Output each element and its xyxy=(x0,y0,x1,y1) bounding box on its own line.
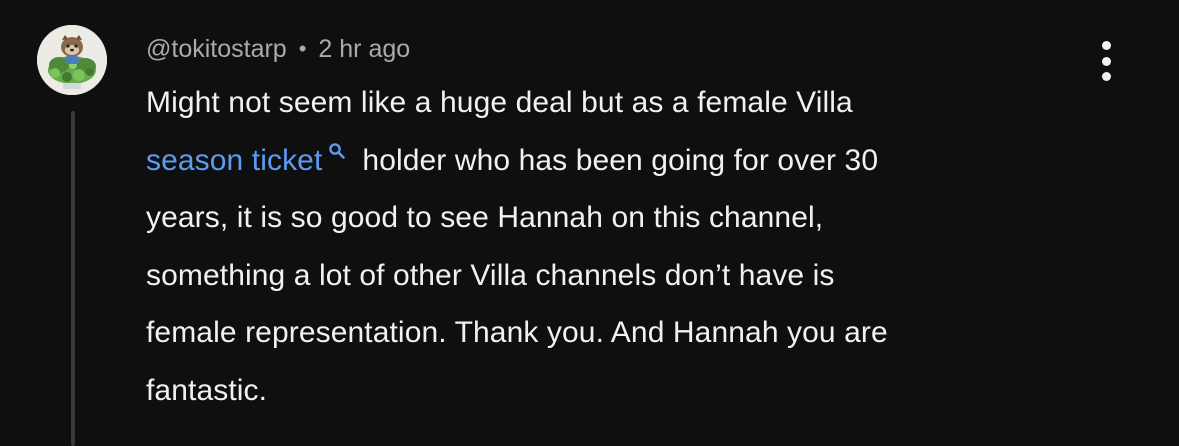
timestamp[interactable]: 2 hr ago xyxy=(318,35,410,64)
search-icon[interactable] xyxy=(328,142,346,160)
avatar[interactable] xyxy=(37,25,107,95)
comment-line: Might not seem like a huge deal but as a… xyxy=(146,86,853,119)
thread-line xyxy=(71,111,75,446)
comment-text: Might not seem like a huge deal but as a… xyxy=(146,74,1106,419)
comment-line: something a lot of other Villa channels … xyxy=(146,258,835,292)
comment-text-segment: holder who has been going for over 30 xyxy=(362,143,879,177)
search-link[interactable]: season ticket xyxy=(146,144,322,177)
comment-line: fantastic. xyxy=(146,373,268,407)
comment-line: season ticket holder who has been going f… xyxy=(146,132,1106,190)
comment-line: years, it is so good to see Hannah on th… xyxy=(146,201,824,234)
more-vertical-icon-dot xyxy=(1101,56,1111,66)
separator-dot: • xyxy=(298,36,307,61)
username[interactable]: @tokitostarp xyxy=(146,35,287,64)
avatar-illustration-icon xyxy=(37,25,107,95)
comment-line: female representation. Thank you. And Ha… xyxy=(146,316,888,349)
more-vertical-icon xyxy=(1101,41,1111,50)
comment-header: @tokitostarp • 2 hr ago xyxy=(146,31,410,67)
